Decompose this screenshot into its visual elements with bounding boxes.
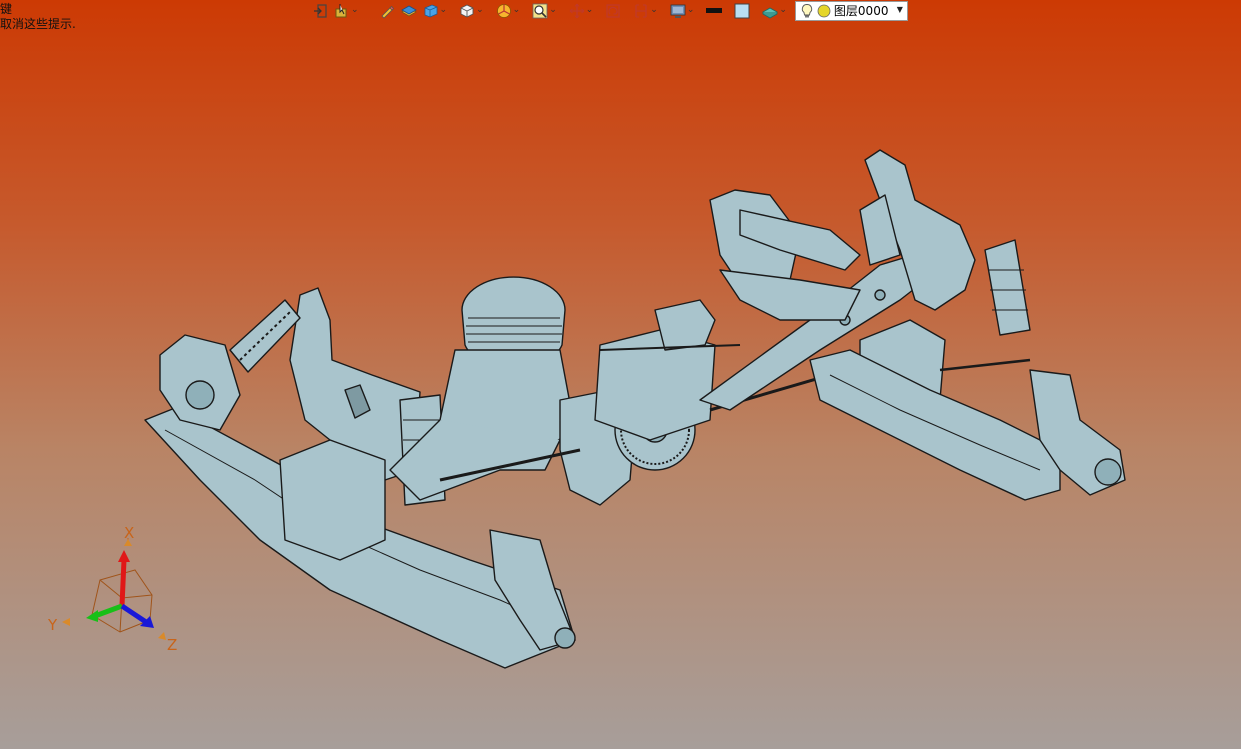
x-axis-arrow-icon xyxy=(118,550,130,562)
servo-saver xyxy=(654,299,716,351)
x-axis-label: X xyxy=(124,524,134,542)
y-axis-label: Y xyxy=(47,616,58,634)
rear-gearbox xyxy=(279,439,386,561)
z-axis xyxy=(120,603,148,625)
y-axis-arrow-icon xyxy=(86,610,98,622)
y-axis xyxy=(94,603,123,619)
coordinate-triad: X Y Z xyxy=(47,524,177,654)
rear-shock-left xyxy=(229,299,301,373)
front-shock-right xyxy=(984,239,1031,336)
chassis-model xyxy=(144,149,1126,669)
x-axis xyxy=(119,559,127,607)
z-axis-label: Z xyxy=(167,636,177,654)
